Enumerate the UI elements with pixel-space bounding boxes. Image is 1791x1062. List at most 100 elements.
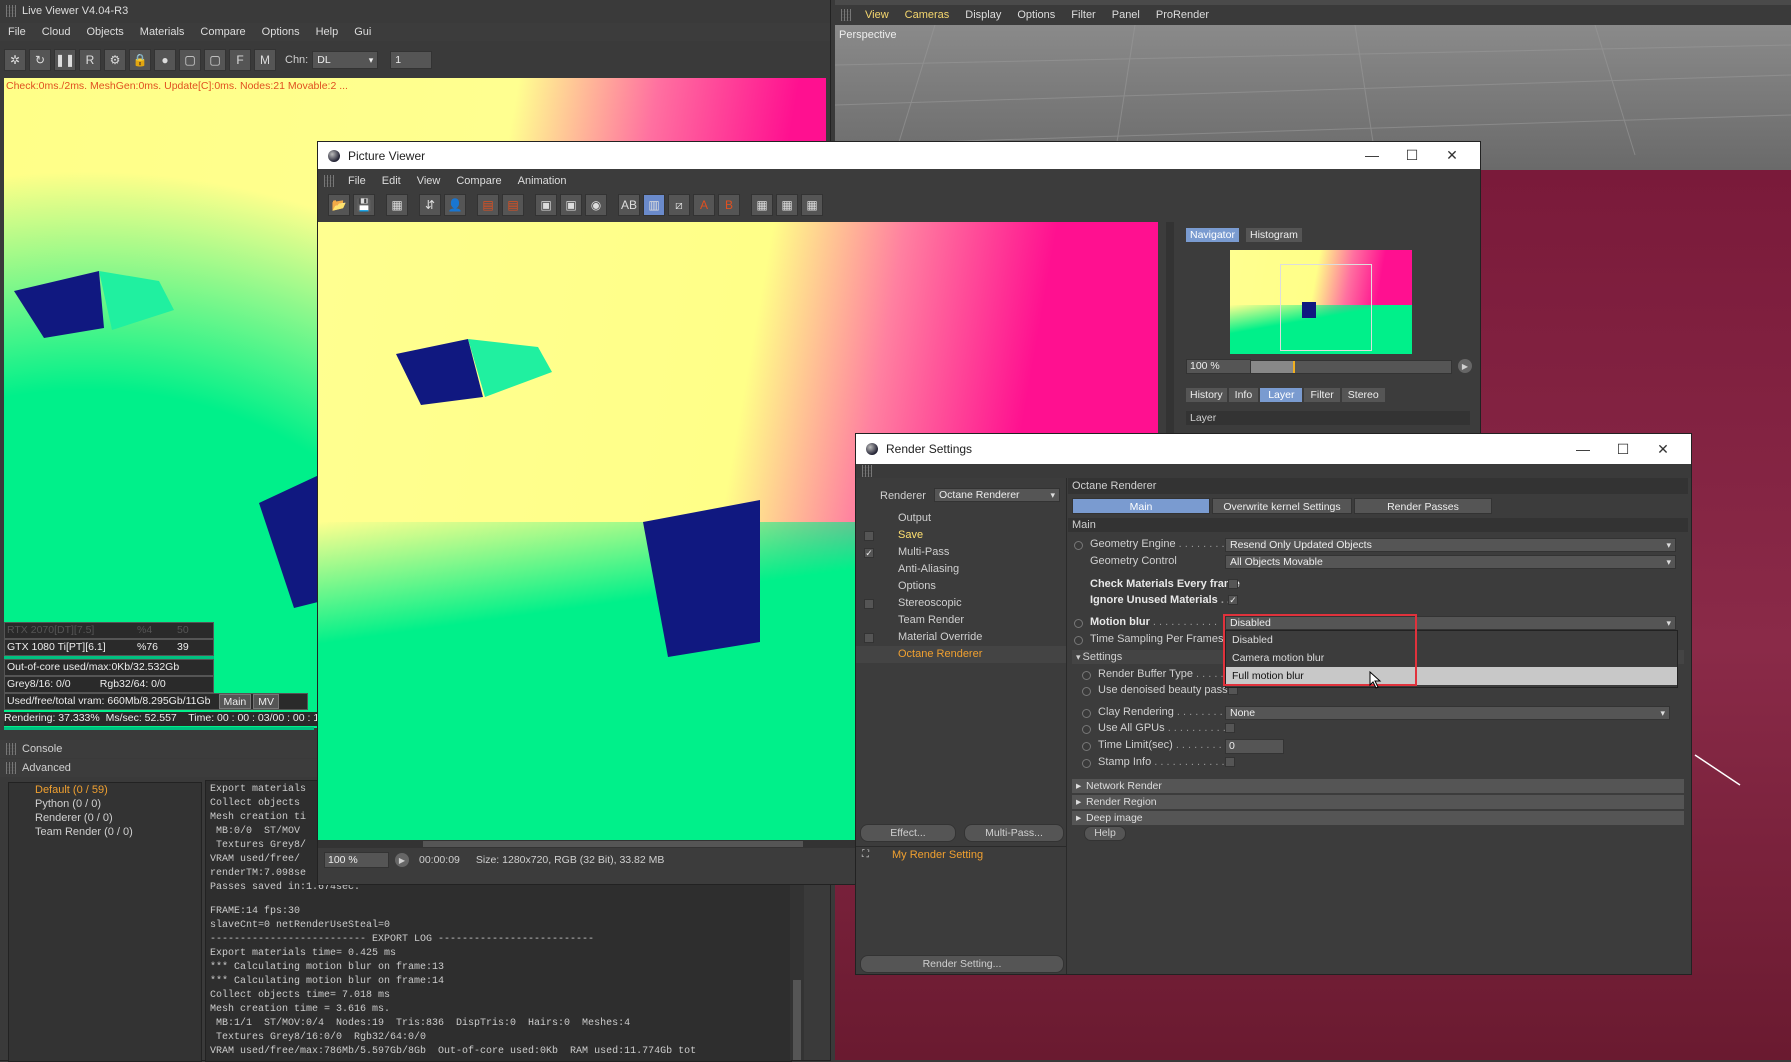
pv-menu-animation[interactable]: Animation bbox=[510, 175, 575, 187]
layout-icon[interactable]: ▦ bbox=[751, 194, 773, 216]
tab-main[interactable]: Main bbox=[1072, 498, 1210, 514]
deep-image-section[interactable]: Deep image bbox=[1072, 811, 1684, 825]
my-render-setting-row[interactable]: ⛶ My Render Setting bbox=[856, 846, 1066, 863]
layout-icon-3[interactable]: ▦ bbox=[801, 194, 823, 216]
close-icon[interactable]: ✕ bbox=[1643, 434, 1683, 464]
viewport-menu-prorender[interactable]: ProRender bbox=[1148, 9, 1217, 21]
play-icon[interactable]: ▶ bbox=[395, 853, 409, 867]
mv-button[interactable]: MV bbox=[253, 694, 280, 709]
layout-icon-2[interactable]: ▦ bbox=[776, 194, 798, 216]
material-override-checkbox[interactable] bbox=[864, 633, 874, 643]
pin-icon[interactable]: M bbox=[254, 49, 276, 71]
tab-overwrite-kernel[interactable]: Overwrite kernel Settings bbox=[1212, 498, 1352, 514]
image-icon-2[interactable]: ▣ bbox=[560, 194, 582, 216]
time-limit-radio[interactable] bbox=[1082, 742, 1091, 751]
tree-item[interactable]: Default (0 / 59) bbox=[9, 783, 201, 797]
image-icon[interactable]: ▣ bbox=[535, 194, 557, 216]
pause-icon[interactable]: ❚❚ bbox=[54, 49, 76, 71]
nav-play-icon[interactable]: ▶ bbox=[1458, 359, 1472, 373]
save-checkbox[interactable] bbox=[864, 531, 874, 541]
rs-nav-item[interactable]: Stereoscopic bbox=[856, 595, 1066, 612]
compare-icon[interactable]: ▥ bbox=[643, 194, 665, 216]
navigator-thumbnail[interactable] bbox=[1230, 250, 1412, 354]
lv-menu-compare[interactable]: Compare bbox=[192, 26, 253, 38]
geometry-engine-radio[interactable] bbox=[1074, 541, 1083, 550]
render-region-section[interactable]: Render Region bbox=[1072, 795, 1684, 809]
ignore-unused-checkbox[interactable]: ✓ bbox=[1228, 595, 1238, 605]
scroll-thumb[interactable] bbox=[793, 980, 801, 1060]
box-icon-2[interactable]: ▢ bbox=[204, 49, 226, 71]
channel-select[interactable]: DL ▾ bbox=[312, 51, 379, 69]
region-icon[interactable]: R bbox=[79, 49, 101, 71]
maximize-icon[interactable]: ☐ bbox=[1392, 142, 1432, 169]
pv-menu-view[interactable]: View bbox=[409, 175, 449, 187]
set-a-icon[interactable]: A bbox=[693, 194, 715, 216]
rs-nav-item[interactable]: Output bbox=[856, 510, 1066, 527]
lv-menu-cloud[interactable]: Cloud bbox=[34, 26, 79, 38]
renderer-select[interactable]: Octane Renderer bbox=[934, 488, 1060, 502]
grid-icon[interactable]: ▦ bbox=[386, 194, 408, 216]
rs-nav-item[interactable]: Material Override bbox=[856, 629, 1066, 646]
stamp-radio[interactable] bbox=[1082, 759, 1091, 768]
rs-nav-item[interactable]: ✓ Multi-Pass bbox=[856, 544, 1066, 561]
rs-nav-item[interactable]: Anti-Aliasing bbox=[856, 561, 1066, 578]
use-all-gpus-radio[interactable] bbox=[1082, 725, 1091, 734]
rs-nav-item[interactable]: Save bbox=[856, 527, 1066, 544]
rs-nav-item[interactable]: Team Render bbox=[856, 612, 1066, 629]
network-render-section[interactable]: Network Render bbox=[1072, 779, 1684, 793]
tree-item[interactable]: Team Render (0 / 0) bbox=[9, 825, 201, 839]
set-b-icon[interactable]: B bbox=[718, 194, 740, 216]
main-button[interactable]: Main bbox=[218, 694, 252, 709]
pv-menu-edit[interactable]: Edit bbox=[374, 175, 409, 187]
viewport-menu-options[interactable]: Options bbox=[1009, 9, 1063, 21]
lock-icon[interactable]: 🔒 bbox=[129, 49, 151, 71]
live-viewer-titlebar[interactable]: Live Viewer V4.04-R3 bbox=[0, 0, 830, 22]
viewport-menu-cameras[interactable]: Cameras bbox=[897, 9, 958, 21]
time-sampling-radio[interactable] bbox=[1074, 636, 1083, 645]
tab-info[interactable]: Info bbox=[1228, 388, 1259, 402]
scroll-thumb[interactable] bbox=[423, 841, 803, 847]
lv-menu-gui[interactable]: Gui bbox=[346, 26, 379, 38]
use-denoised-radio[interactable] bbox=[1082, 687, 1091, 696]
viewport-menu-display[interactable]: Display bbox=[957, 9, 1009, 21]
tree-item[interactable]: Python (0 / 0) bbox=[9, 797, 201, 811]
transfer-icon[interactable]: ⇵ bbox=[419, 194, 441, 216]
stack-icon-2[interactable]: ▤ bbox=[502, 194, 524, 216]
picture-viewer-titlebar[interactable]: Picture Viewer — ☐ ✕ bbox=[318, 142, 1480, 169]
histogram-tab[interactable]: Histogram bbox=[1246, 228, 1302, 242]
clay-select[interactable]: None bbox=[1225, 706, 1670, 720]
pv-zoom-field[interactable]: 100 % bbox=[324, 852, 389, 868]
ab-icon[interactable]: AB bbox=[618, 194, 640, 216]
rs-nav-item[interactable]: Options bbox=[856, 578, 1066, 595]
motion-blur-radio[interactable] bbox=[1074, 619, 1083, 628]
render-settings-titlebar[interactable]: Render Settings — ☐ ✕ bbox=[856, 434, 1691, 464]
ab-split-icon[interactable]: ⧄ bbox=[668, 194, 690, 216]
viewport-menu-view[interactable]: View bbox=[857, 9, 897, 21]
console-subtitle[interactable]: Advanced bbox=[22, 762, 71, 774]
use-all-gpus-checkbox[interactable] bbox=[1225, 723, 1235, 733]
time-limit-field[interactable]: 0 bbox=[1225, 739, 1284, 754]
stack-icon[interactable]: ▤ bbox=[477, 194, 499, 216]
geometry-engine-select[interactable]: Resend Only Updated Objects bbox=[1225, 538, 1676, 552]
render-setting-button[interactable]: Render Setting... bbox=[860, 955, 1064, 973]
nav-zoom-slider[interactable] bbox=[1250, 360, 1452, 374]
tab-layer[interactable]: Layer bbox=[1260, 388, 1303, 402]
maximize-icon[interactable]: ☐ bbox=[1603, 434, 1643, 464]
close-icon[interactable]: ✕ bbox=[1432, 142, 1472, 169]
check-materials-checkbox[interactable] bbox=[1228, 579, 1238, 589]
multipass-checkbox[interactable]: ✓ bbox=[864, 548, 874, 558]
lv-menu-help[interactable]: Help bbox=[308, 26, 347, 38]
minimize-icon[interactable]: — bbox=[1563, 434, 1603, 464]
lv-menu-options[interactable]: Options bbox=[254, 26, 308, 38]
restart-icon[interactable]: ↻ bbox=[29, 49, 51, 71]
lv-menu-materials[interactable]: Materials bbox=[132, 26, 193, 38]
pv-menu-file[interactable]: File bbox=[340, 175, 374, 187]
geometry-control-select[interactable]: All Objects Movable bbox=[1225, 555, 1676, 569]
render-buffer-radio[interactable] bbox=[1082, 671, 1091, 680]
minimize-icon[interactable]: — bbox=[1352, 142, 1392, 169]
open-icon[interactable]: 📂 bbox=[328, 194, 350, 216]
lv-menu-file[interactable]: File bbox=[0, 26, 34, 38]
help-button[interactable]: Help bbox=[1084, 826, 1126, 841]
viewport-menu-filter[interactable]: Filter bbox=[1063, 9, 1103, 21]
tab-filter[interactable]: Filter bbox=[1304, 388, 1340, 402]
